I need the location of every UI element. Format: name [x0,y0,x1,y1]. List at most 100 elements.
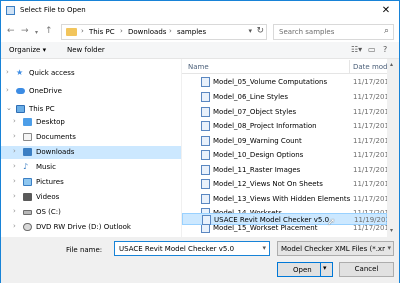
address-dropdown-icon[interactable]: ▾ [248,27,252,35]
file-type-select[interactable]: Model Checker XML Files (*.xm ▾ [277,241,394,256]
expand-arrow-icon[interactable]: › [13,177,16,185]
nav-item-documents[interactable]: › Documents [1,131,181,144]
forward-arrow-icon[interactable]: → [21,26,29,36]
file-name: Model_07_Object Styles [213,108,297,116]
file-name: Model_12_Views Not On Sheets [213,180,323,188]
back-arrow-icon[interactable]: ← [7,26,15,36]
file-row[interactable]: Model_05_Volume Computations 11/17/2015 [182,76,387,88]
expand-arrow-icon[interactable]: › [13,207,16,215]
file-row-selected[interactable]: USACE Revit Model Checker v5.0 11/19/201… [182,213,394,225]
file-row[interactable]: Model_10_Design Options 11/17/2015 [182,149,387,161]
nav-item-label: Music [36,163,56,171]
nav-item-videos[interactable]: › Videos [1,191,181,204]
view-options-icon[interactable]: ☷▾ [351,45,362,54]
file-date: 11/17/2015 [353,122,387,130]
scroll-down-icon[interactable]: ▾ [390,227,393,234]
music-icon: ♪ [23,162,29,171]
nav-item-label: OS (C:) [36,208,61,216]
file-type-dropdown-icon[interactable]: ▾ [385,244,391,252]
up-arrow-icon[interactable]: ↑ [45,26,53,36]
expand-arrow-icon[interactable]: › [13,117,16,125]
cancel-button[interactable]: Cancel [339,262,394,277]
preview-pane-icon[interactable]: ▭ [368,45,376,54]
nav-item-label: DVD RW Drive (D:) Outlook [36,223,131,231]
expand-arrow-icon[interactable]: › [13,192,16,200]
expand-arrow-icon[interactable]: › [6,68,9,76]
file-date: 11/17/2015 [353,224,387,232]
nav-item-this-pc[interactable]: ⌄ This PC [1,103,181,116]
file-row[interactable]: Model_11_Raster Images 11/17/2015 [182,164,387,176]
address-bar[interactable]: › This PC › Downloads › samples ▾ ↻ [61,24,267,40]
nav-item-downloads[interactable]: › Downloads [1,146,181,159]
file-list[interactable]: Name Date modif Model_05_Volume Computat… [182,59,387,237]
file-name-dropdown-icon[interactable]: ▾ [262,244,266,252]
downloads-icon [23,148,32,156]
file-row[interactable]: Model_06_Line Styles 11/17/2015 [182,91,387,103]
open-options-dropdown-icon[interactable]: ▾ [323,264,327,272]
nav-item-label: Downloads [36,148,75,156]
nav-item-pictures[interactable]: › Pictures [1,176,181,189]
nav-item-desktop[interactable]: › Desktop [1,116,181,129]
nav-item-label: OneDrive [29,87,62,95]
file-name: Model_13_Views With Hidden Elements [213,195,351,203]
file-name: USACE Revit Model Checker v5.0 [214,216,330,224]
open-button[interactable]: Open ▾ [277,262,333,277]
close-button[interactable]: ✕ [377,3,395,18]
file-date: 11/17/2015 [353,108,387,116]
file-row[interactable]: Model_13_Views With Hidden Elements 11/1… [182,193,387,205]
scroll-up-icon[interactable]: ▴ [390,61,393,68]
breadcrumb-separator: › [120,27,123,35]
search-box[interactable]: Search samples ⌕ [273,24,394,40]
expand-arrow-icon[interactable]: › [13,222,16,230]
column-divider[interactable] [349,60,350,73]
nav-item-quick-access[interactable]: › ★ Quick access [1,67,181,80]
nav-item-music[interactable]: › ♪ Music [1,161,181,174]
file-name: Model_11_Raster Images [213,166,301,174]
nav-item-dvd-drive[interactable]: › DVD RW Drive (D:) Outlook [1,221,181,234]
file-row[interactable]: Model_08_Project Information 11/17/2015 [182,120,387,132]
help-icon[interactable]: ? [383,45,387,54]
breadcrumb-separator: › [81,27,84,35]
recent-locations-icon[interactable]: ▾ [35,28,38,38]
file-date: 11/17/2015 [353,78,387,86]
column-header-name[interactable]: Name [188,63,209,71]
breadcrumb-this-pc[interactable]: This PC [89,28,115,36]
breadcrumb-downloads[interactable]: Downloads [128,28,166,36]
file-row[interactable]: Model_09_Warning Count 11/17/2015 [182,135,387,147]
search-icon: ⌕ [383,26,389,36]
xml-file-icon [201,107,210,117]
expand-arrow-icon[interactable]: › [13,132,16,140]
file-name-label: File name: [66,246,103,254]
breadcrumb-samples[interactable]: samples [177,28,206,36]
vertical-scrollbar[interactable]: ▴ ▾ [387,59,399,237]
cancel-button-label: Cancel [354,265,379,273]
dvd-drive-icon [23,223,32,231]
file-row[interactable]: Model_07_Object Styles 11/17/2015 [182,106,387,118]
file-name-input[interactable]: USACE Revit Model Checker v5.0 ▾ [114,241,270,256]
file-date: 11/17/2015 [353,151,387,159]
xml-file-icon [201,150,210,160]
collapse-arrow-icon[interactable]: ⌄ [6,104,12,112]
computer-icon [16,105,25,113]
xml-file-icon [201,136,210,146]
new-folder-button[interactable]: New folder [67,46,105,54]
title-bar[interactable]: Select File to Open ✕ [1,1,399,21]
expand-arrow-icon[interactable]: › [13,147,16,155]
nav-item-label: Documents [36,133,76,141]
nav-item-onedrive[interactable]: › OneDrive [1,85,181,98]
file-name: Model_09_Warning Count [213,137,302,145]
dialog-title: Select File to Open [20,6,86,14]
refresh-icon[interactable]: ↻ [256,26,264,36]
column-header-date-modified[interactable]: Date modif [353,63,387,71]
navigation-pane[interactable]: › ★ Quick access › OneDrive ⌄ This PC › … [1,59,181,237]
nav-item-os-c[interactable]: › OS (C:) [1,206,181,219]
nav-item-label: This PC [29,105,55,113]
nav-item-label: Pictures [36,178,64,186]
file-date: 11/17/2015 [353,195,387,203]
mouse-cursor-icon: ➚ [327,217,336,228]
expand-arrow-icon[interactable]: › [6,86,9,94]
expand-arrow-icon[interactable]: › [13,162,16,170]
file-row[interactable]: Model_12_Views Not On Sheets 11/17/2015 [182,178,387,190]
organize-button[interactable]: Organize ▾ [9,46,46,54]
column-header-row: Name Date modif [182,59,387,74]
